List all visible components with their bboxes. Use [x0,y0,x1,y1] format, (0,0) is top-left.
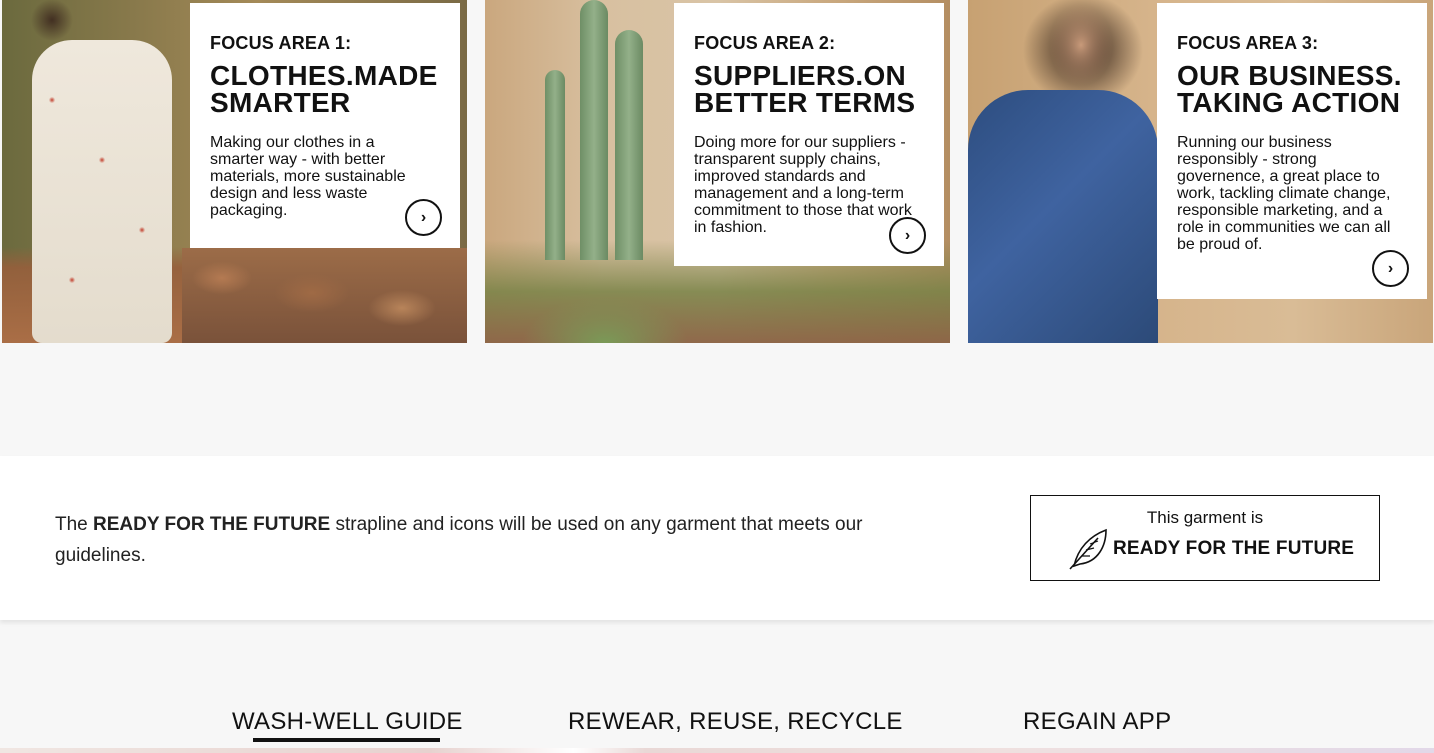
cactus-decor [545,70,565,260]
tab-wash-well-guide[interactable]: WASH-WELL GUIDE [232,708,463,736]
focus-area-2-card[interactable]: FOCUS AREA 2: SUPPLIERS.ON BETTER TERMS … [674,3,944,266]
badge-title: READY FOR THE FUTURE [1113,538,1355,559]
ready-for-future-text: The READY FOR THE FUTURE strapline and i… [55,509,935,571]
model-denim-jacket [968,90,1158,343]
focus-area-3-description: Running our business responsibly - stron… [1177,134,1391,253]
focus-area-1-kicker: FOCUS AREA 1: [210,33,352,53]
tab-rewear-reuse-recycle[interactable]: REWEAR, REUSE, RECYCLE [568,708,903,736]
badge-caption: This garment is [1146,508,1264,527]
bottom-image-strip [0,748,1434,753]
band-text-before: The [55,514,94,535]
focus-area-2-kicker: FOCUS AREA 2: [694,33,836,53]
focus-area-3-title: OUR BUSINESS. TAKING ACTION [1177,60,1402,118]
focus-area-2-description: Doing more for our suppliers - transpare… [694,134,912,236]
cactus-decor [580,0,608,260]
focus-area-tile-2[interactable]: FOCUS AREA 2: SUPPLIERS.ON BETTER TERMS … [485,0,950,343]
chevron-right-icon[interactable]: › [405,199,442,236]
ready-for-future-badge: This garment is READY FOR THE FUTURE [1030,495,1380,581]
tab-regain-app[interactable]: REGAIN APP [1023,708,1171,736]
model-floral-dress [32,40,172,343]
leaf-icon [1069,528,1107,570]
focus-area-1-card[interactable]: FOCUS AREA 1: CLOTHES.MADE SMARTER Makin… [190,3,460,248]
focus-area-3-kicker: FOCUS AREA 3: [1177,33,1319,53]
chevron-right-icon[interactable]: › [889,217,926,254]
focus-area-1-description: Making our clothes in a smarter way - wi… [210,134,406,219]
focus-area-1-title: CLOTHES.MADE SMARTER [210,60,438,118]
focus-area-2-title: SUPPLIERS.ON BETTER TERMS [694,60,916,118]
care-tabs: WASH-WELL GUIDE REWEAR, REUSE, RECYCLE R… [0,708,1434,753]
rocks-decor [182,248,467,343]
band-text-bold: READY FOR THE FUTURE [93,514,331,535]
focus-area-tile-3[interactable]: FOCUS AREA 3: OUR BUSINESS. TAKING ACTIO… [968,0,1433,343]
focus-area-tile-1[interactable]: FOCUS AREA 1: CLOTHES.MADE SMARTER Makin… [2,0,467,343]
model-face [1046,0,1116,90]
chevron-right-icon[interactable]: › [1372,250,1409,287]
cactus-decor [615,30,643,260]
active-tab-underline [253,738,440,742]
ready-for-future-band: The READY FOR THE FUTURE strapline and i… [0,456,1434,620]
focus-area-3-card[interactable]: FOCUS AREA 3: OUR BUSINESS. TAKING ACTIO… [1157,3,1427,299]
